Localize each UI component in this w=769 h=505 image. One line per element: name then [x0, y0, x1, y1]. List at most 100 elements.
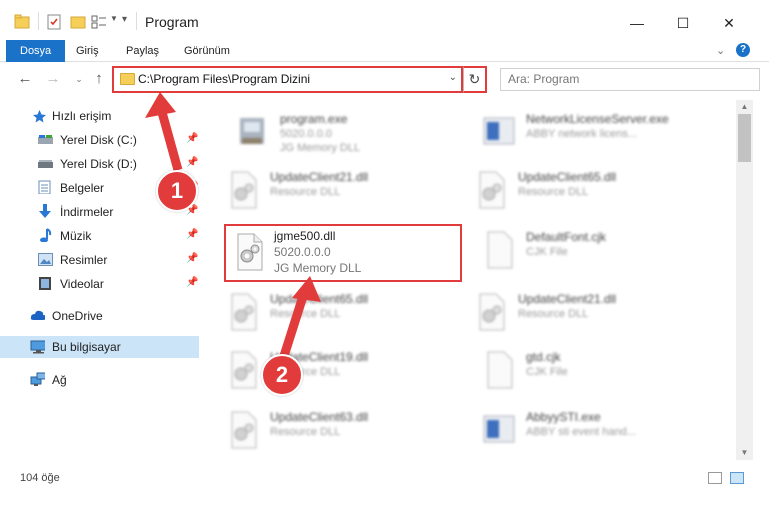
pin-icon[interactable]: 📌	[186, 157, 198, 168]
pin-icon[interactable]: 📌	[186, 277, 198, 288]
sidebar-item-quick-access[interactable]: Hızlı erişim	[0, 105, 200, 127]
scrollbar-thumb[interactable]	[738, 114, 751, 162]
close-button[interactable]: ✕	[706, 10, 752, 36]
network-icon	[30, 372, 45, 386]
file-item-network-license-server[interactable]: NetworkLicenseServer.exe ABBY network li…	[472, 106, 712, 162]
properties-icon[interactable]	[46, 12, 62, 32]
maximize-button[interactable]: ☐	[660, 10, 706, 36]
file-item-updateclient63-dll[interactable]: UpdateClient63.dll Resource DLL	[216, 404, 456, 460]
recent-locations-icon[interactable]: ⌄	[70, 70, 88, 88]
window-title: Program	[145, 14, 199, 30]
file-list: program.exe 5020.0.0.0 JG Memory DLL Net…	[210, 100, 736, 460]
sidebar-item-drive-c[interactable]: Yerel Disk (C:) 📌	[0, 129, 200, 151]
file-description: ABBY network licens...	[526, 128, 638, 140]
sidebar-item-videos[interactable]: Videolar 📌	[0, 273, 200, 295]
file-name: AbbyySTI.exe	[526, 410, 601, 424]
pictures-icon	[38, 253, 53, 266]
file-item-updateclient21-dll[interactable]: UpdateClient21.dll Resource DLL	[216, 164, 456, 220]
file-name: gtd.cjk	[526, 350, 561, 364]
file-version: 5020.0.0.0	[280, 128, 332, 140]
computer-icon	[30, 340, 45, 354]
file-description: Resource DLL	[270, 308, 341, 320]
tab-giris[interactable]: Giriş	[76, 40, 99, 62]
file-description: Resource DLL	[270, 426, 341, 438]
details-view-icon[interactable]	[708, 472, 722, 484]
sidebar-item-music[interactable]: Müzik 📌	[0, 225, 200, 247]
sidebar-item-onedrive[interactable]: OneDrive	[0, 305, 200, 327]
item-count: 104 öğe	[20, 472, 60, 484]
file-name: UpdateClient65.dll	[518, 170, 617, 184]
customize-toolbar-dropdown-icon[interactable]: ▼	[110, 14, 118, 34]
sidebar-item-this-pc[interactable]: Bu bilgisayar	[0, 336, 199, 358]
minimize-button[interactable]: —	[614, 10, 660, 36]
dll-file-icon	[237, 233, 263, 271]
scroll-up-icon[interactable]: ▲	[736, 100, 753, 114]
dll-file-icon	[479, 171, 505, 209]
file-item-gtd-cjk[interactable]: gtd.cjk CJK File	[472, 344, 712, 400]
forward-arrow-icon[interactable]: →	[44, 70, 62, 88]
file-description: CJK File	[526, 366, 568, 378]
file-name: program.exe	[280, 112, 348, 126]
search-input[interactable]: Ara: Program	[500, 68, 760, 91]
sidebar-item-label: OneDrive	[52, 309, 103, 323]
sidebar-item-label: Bu bilgisayar	[52, 340, 121, 354]
file-name: UpdateClient21.dll	[270, 170, 369, 184]
documents-icon	[38, 180, 51, 194]
sidebar-item-label: Yerel Disk (D:)	[60, 157, 137, 171]
pin-icon[interactable]: 📌	[186, 229, 198, 240]
navigation-pane: Hızlı erişim Yerel Disk (C:) 📌 Yerel Dis…	[0, 100, 210, 460]
file-item-abbyysti-exe[interactable]: AbbyySTI.exe ABBY sti event hand...	[472, 404, 712, 460]
file-item-updateclient65-dll[interactable]: UpdateClient65.dll Resource DLL	[464, 164, 704, 220]
videos-icon	[39, 277, 51, 290]
address-path[interactable]: C:\Program Files\Program Dizini	[138, 72, 310, 86]
view-options-icon[interactable]	[90, 12, 108, 32]
tab-paylas[interactable]: Paylaş	[126, 40, 159, 62]
file-item-updateclient21-dll-2[interactable]: UpdateClient21.dll Resource DLL	[464, 286, 704, 342]
file-item-updateclient65-dll-2[interactable]: UpdateClient65.dll Resource DLL	[216, 286, 456, 342]
file-description: JG Memory DLL	[274, 261, 362, 275]
sidebar-item-label: Belgeler	[60, 181, 105, 195]
refresh-button[interactable]: ↻	[463, 66, 487, 93]
folder-icon	[14, 14, 30, 29]
dll-file-icon	[231, 411, 257, 449]
file-description: CJK File	[526, 246, 568, 258]
file-description: Resource DLL	[270, 186, 341, 198]
exe-file-icon	[240, 118, 264, 144]
file-name: UpdateClient21.dll	[518, 292, 617, 306]
quick-access-dropdown-icon[interactable]: ▾	[122, 14, 127, 34]
sidebar-item-label: Videolar	[60, 277, 104, 291]
tab-dosya[interactable]: Dosya	[6, 40, 66, 62]
file-item-defaultfont-cjk[interactable]: DefaultFont.cjk CJK File	[472, 224, 712, 280]
sidebar-item-pictures[interactable]: Resimler 📌	[0, 249, 200, 271]
sidebar-item-label: Hızlı erişim	[52, 109, 112, 123]
new-folder-icon[interactable]	[70, 12, 86, 32]
file-version: 5020.0.0.0	[274, 245, 331, 259]
back-arrow-icon[interactable]: ←	[16, 70, 34, 88]
up-arrow-icon[interactable]: ↑	[90, 70, 108, 88]
scroll-down-icon[interactable]: ▼	[736, 446, 753, 460]
sidebar-item-network[interactable]: Ağ	[0, 369, 200, 391]
address-bar[interactable]: C:\Program Files\Program Dizini ⌄	[112, 66, 463, 93]
dll-file-icon	[231, 293, 257, 331]
vertical-scrollbar[interactable]: ▲ ▼	[736, 100, 753, 460]
sidebar-item-label: İndirmeler	[60, 205, 114, 219]
file-item-updateclient19-dll[interactable]: UpdateClient19.dll Resource DLL	[216, 344, 456, 400]
cjk-file-icon	[487, 231, 513, 269]
pin-icon[interactable]: 📌	[186, 133, 198, 144]
file-name: NetworkLicenseServer.exe	[526, 112, 669, 126]
sidebar-item-label: Ağ	[52, 373, 67, 387]
drive-icon	[38, 135, 53, 144]
pin-icon[interactable]: 📌	[186, 253, 198, 264]
file-description: Resource DLL	[518, 308, 589, 320]
file-item-program-exe[interactable]: program.exe 5020.0.0.0 JG Memory DLL	[226, 106, 466, 162]
cloud-icon	[30, 310, 45, 320]
file-item-jgme500-dll[interactable]: jgme500.dll 5020.0.0.0 JG Memory DLL	[224, 224, 462, 282]
ribbon-expand-icon[interactable]: ⌄	[716, 44, 725, 57]
large-icons-view-icon[interactable]	[730, 472, 744, 484]
address-dropdown-icon[interactable]: ⌄	[449, 72, 457, 83]
dll-file-icon	[479, 293, 505, 331]
tab-gorunum[interactable]: Görünüm	[184, 40, 230, 62]
title-bar: ▼ ▾ Program — ☐ ✕	[0, 0, 769, 40]
file-name: jgme500.dll	[274, 229, 336, 243]
help-icon[interactable]: ?	[736, 43, 750, 57]
